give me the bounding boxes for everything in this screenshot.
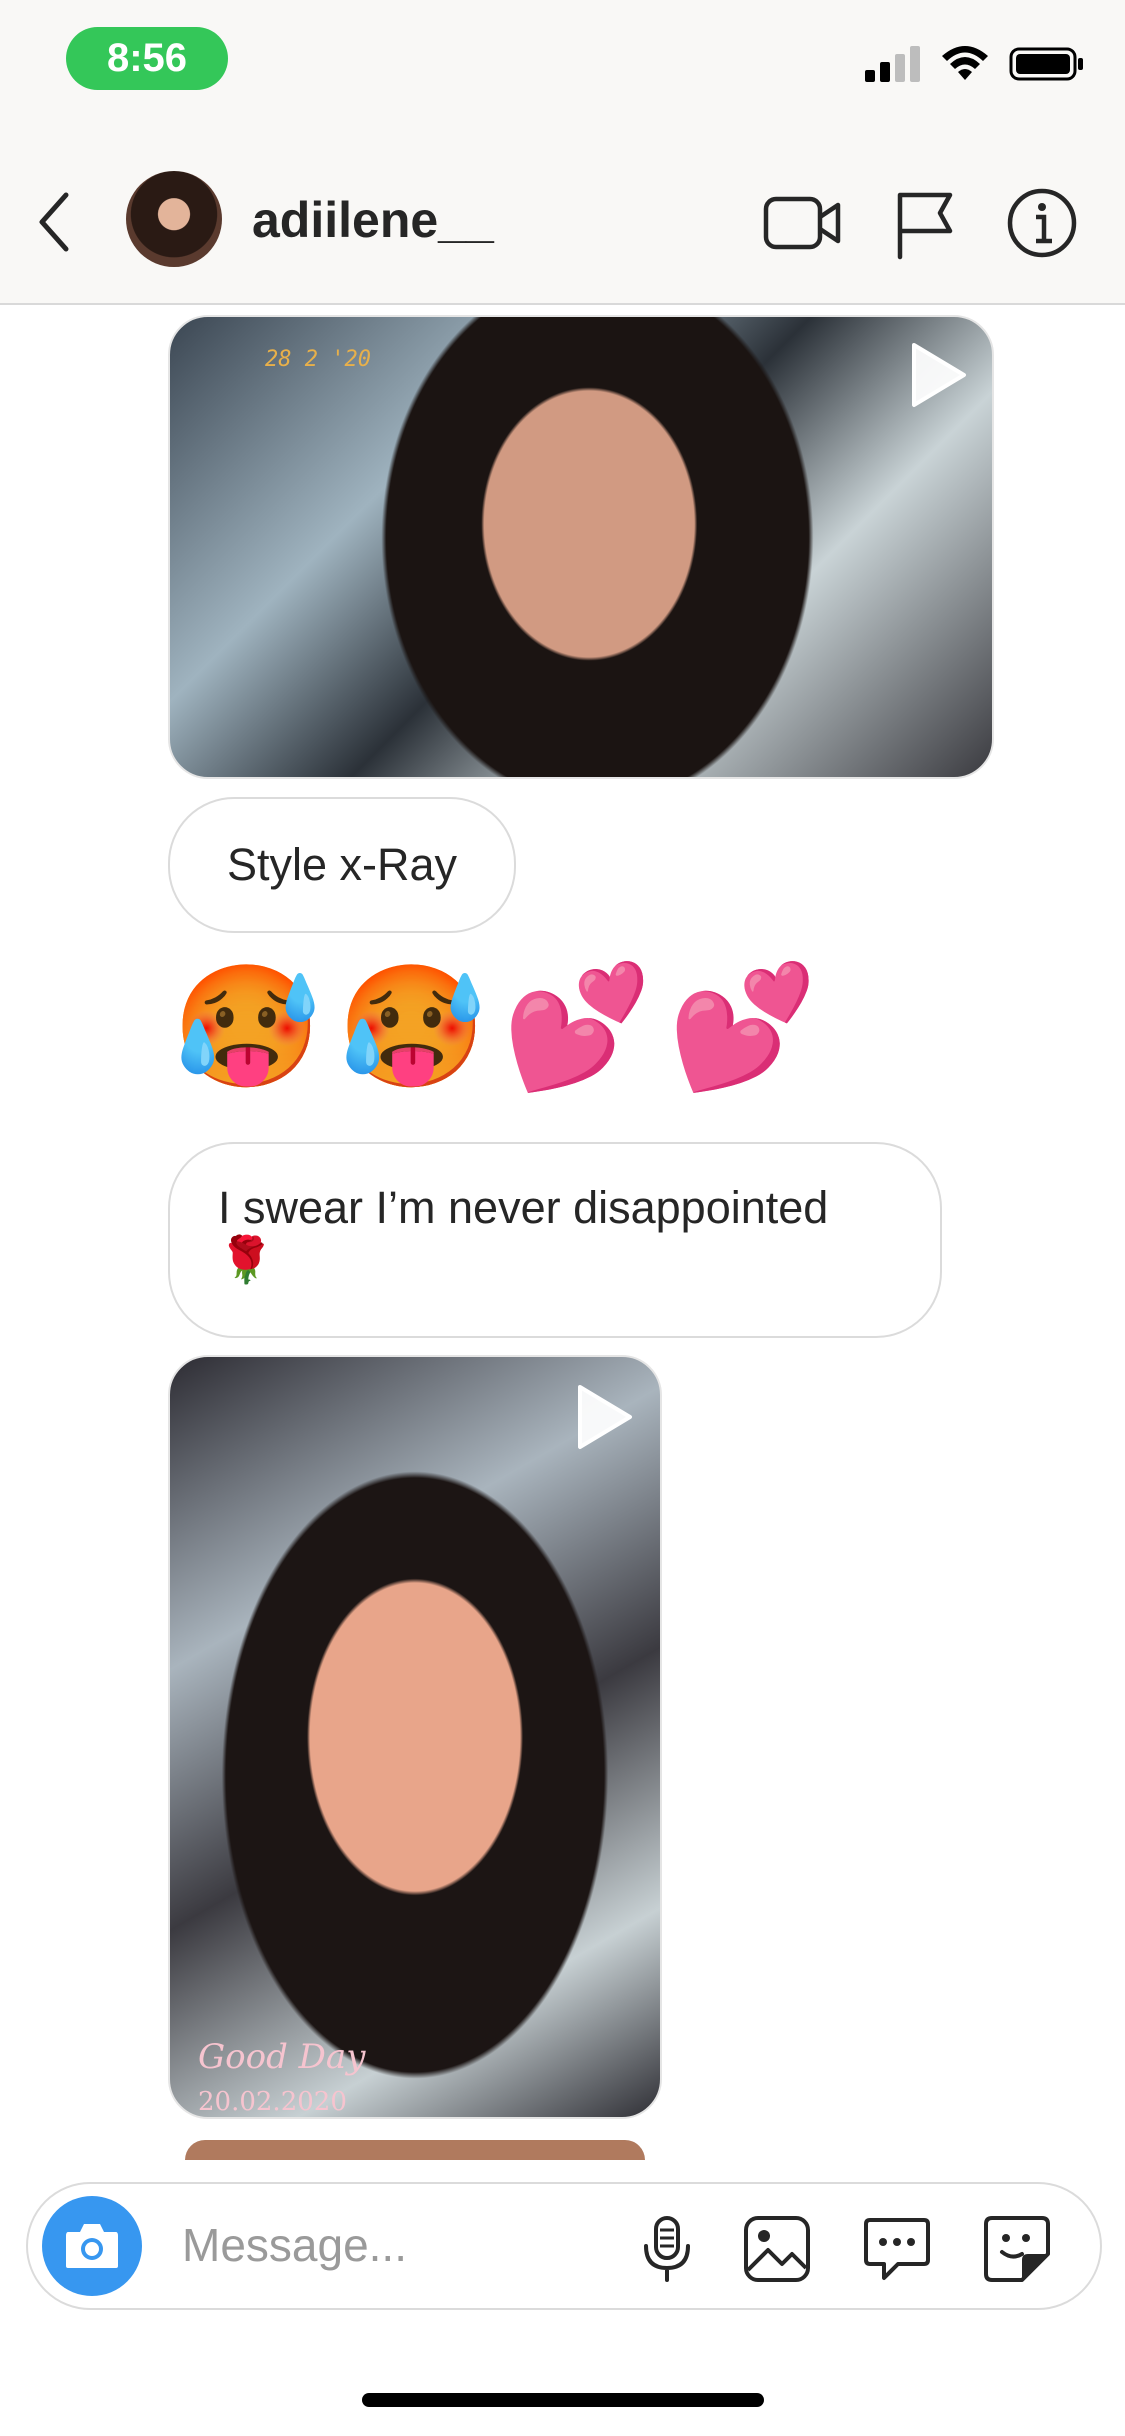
video-caption-date: 20.02.2020: [198, 2087, 347, 2117]
rose-emoji: 🌹: [218, 1234, 275, 1285]
cellular-signal-icon: [865, 46, 920, 82]
message-text: I swear I’m never disappointed: [218, 1182, 829, 1233]
home-indicator[interactable]: [362, 2393, 764, 2407]
username[interactable]: adiilene__: [252, 191, 494, 249]
text-message[interactable]: Style x-Ray: [168, 797, 516, 933]
status-icons: [865, 46, 1085, 82]
video-call-icon[interactable]: [762, 183, 842, 263]
avatar[interactable]: [126, 171, 222, 267]
camera-icon: [66, 2224, 118, 2268]
video-date-overlay: 28 2 '20: [265, 347, 371, 372]
play-icon[interactable]: [906, 339, 970, 411]
back-icon[interactable]: [30, 187, 80, 257]
video-caption: Good Day: [198, 2037, 366, 2077]
microphone-icon[interactable]: [632, 2214, 702, 2284]
next-message-peek: [185, 2140, 645, 2160]
message-input[interactable]: [180, 2212, 614, 2278]
video-message[interactable]: Good Day 20.02.2020: [168, 1355, 662, 2119]
camera-button[interactable]: [42, 2196, 142, 2296]
chat-header: adiilene__: [0, 135, 1125, 305]
chat-icon[interactable]: [862, 2214, 932, 2284]
battery-icon: [1009, 47, 1083, 81]
status-time: 8:56: [66, 27, 228, 90]
gallery-icon[interactable]: [742, 2214, 812, 2284]
status-bar: 8:56: [0, 0, 1125, 135]
flag-icon[interactable]: [884, 183, 964, 263]
message-composer: [26, 2182, 1102, 2310]
wifi-icon: [942, 46, 988, 80]
emoji-message[interactable]: 🥵🥵💕💕: [172, 958, 834, 1098]
play-icon[interactable]: [572, 1381, 636, 1453]
info-icon[interactable]: [1002, 183, 1082, 263]
sticker-icon[interactable]: [982, 2214, 1052, 2284]
video-message[interactable]: 28 2 '20: [168, 315, 994, 779]
text-message[interactable]: I swear I’m never disappointed 🌹: [168, 1142, 942, 1338]
